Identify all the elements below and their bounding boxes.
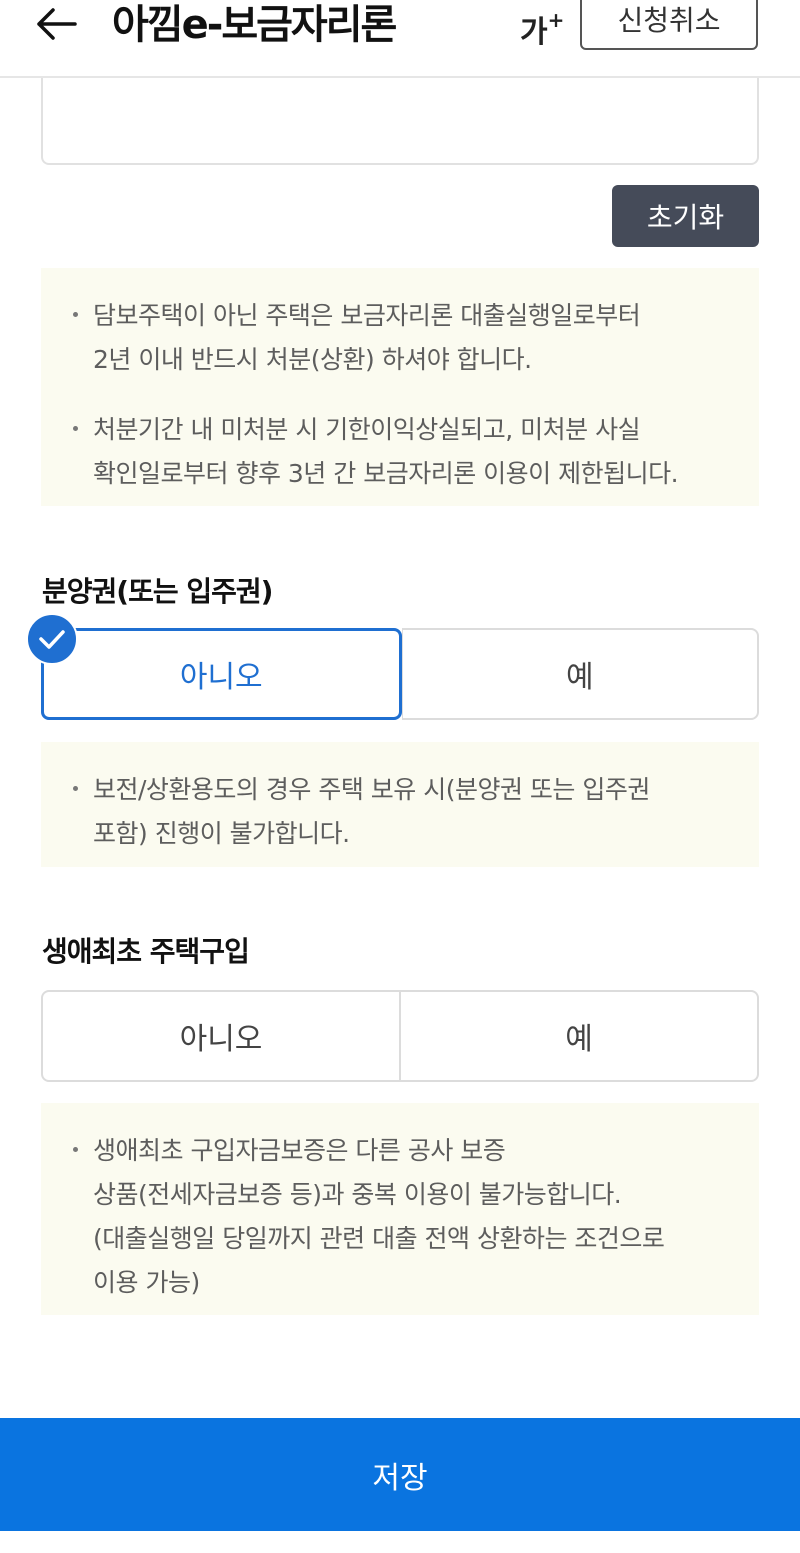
notice-text: 보전/상환용도의 경우 주택 보유 시(분양권 또는 입주권 (93, 775, 650, 804)
back-button[interactable] (30, 2, 82, 46)
notice-item: 생애최초 구입자금보증은 다른 공사 보증 상품(전세자금보증 등)과 중복 이… (71, 1129, 729, 1305)
check-icon (26, 613, 78, 665)
option-label: 아니오 (179, 1022, 263, 1057)
notice-box-first-home: 생애최초 구입자금보증은 다른 공사 보증 상품(전세자금보증 등)과 중복 이… (41, 1103, 759, 1315)
reset-button[interactable]: 초기화 (612, 185, 759, 247)
presale-option-no[interactable]: 아니오 (26, 613, 402, 720)
arrow-left-icon (37, 8, 77, 40)
notice-item: 담보주택이 아닌 주택은 보금자리론 대출실행일로부터 2년 이내 반드시 처분… (71, 294, 729, 382)
app-header: 아낌e-보금자리론 가+ 신청취소 (0, 0, 800, 78)
notice-text: 상품(전세자금보증 등)과 중복 이용이 불가능합니다. (93, 1180, 622, 1209)
option-label: 예 (565, 1022, 593, 1057)
notice-box-presale: 보전/상환용도의 경우 주택 보유 시(분양권 또는 입주권 포함) 진행이 불… (41, 742, 759, 867)
notice-text: 담보주택이 아닌 주택은 보금자리론 대출실행일로부터 (93, 301, 641, 330)
notice-text: 생애최초 구입자금보증은 다른 공사 보증 (93, 1136, 506, 1165)
presale-option-yes[interactable]: 예 (401, 628, 759, 720)
option-label: 예 (565, 660, 594, 695)
notice-text: 확인일로부터 향후 3년 간 보금자리론 이용이 제한됩니다. (93, 459, 679, 488)
notice-text: 이용 가능) (93, 1268, 200, 1297)
page-title: 아낌e-보금자리론 (112, 2, 397, 48)
notice-box-disposal: 담보주택이 아닌 주택은 보금자리론 대출실행일로부터 2년 이내 반드시 처분… (41, 268, 759, 506)
presale-section-title: 분양권(또는 입주권) (42, 575, 273, 608)
first-home-section-title: 생애최초 주택구입 (42, 935, 250, 968)
cancel-application-button[interactable]: 신청취소 (580, 0, 758, 50)
first-home-toggle: 아니오 예 (41, 990, 759, 1082)
notice-text: 처분기간 내 미처분 시 기한이익상실되고, 미처분 사실 (93, 415, 641, 444)
page: 아낌e-보금자리론 가+ 신청취소 초기화 담보주택이 아닌 주택은 보금자리론… (0, 0, 800, 1553)
font-size-button[interactable]: 가+ (520, 2, 570, 50)
notice-text: 포함) 진행이 불가합니다. (93, 819, 350, 848)
first-home-option-no[interactable]: 아니오 (41, 990, 400, 1082)
notice-text: (대출실행일 당일까지 관련 대출 전액 상환하는 조건으로 (93, 1224, 665, 1253)
font-size-label: 가 (520, 15, 548, 50)
notice-item: 처분기간 내 미처분 시 기한이익상실되고, 미처분 사실 확인일로부터 향후 … (71, 408, 729, 496)
option-label: 아니오 (179, 660, 263, 695)
plus-icon: + (547, 8, 565, 32)
notice-item: 보전/상환용도의 경우 주택 보유 시(분양권 또는 입주권 포함) 진행이 불… (71, 768, 729, 856)
save-button[interactable]: 저장 (0, 1418, 800, 1531)
presale-toggle: 아니오 예 (26, 613, 759, 720)
first-home-option-yes[interactable]: 예 (400, 990, 759, 1082)
notice-text: 2년 이내 반드시 처분(상환) 하셔야 합니다. (93, 345, 532, 374)
